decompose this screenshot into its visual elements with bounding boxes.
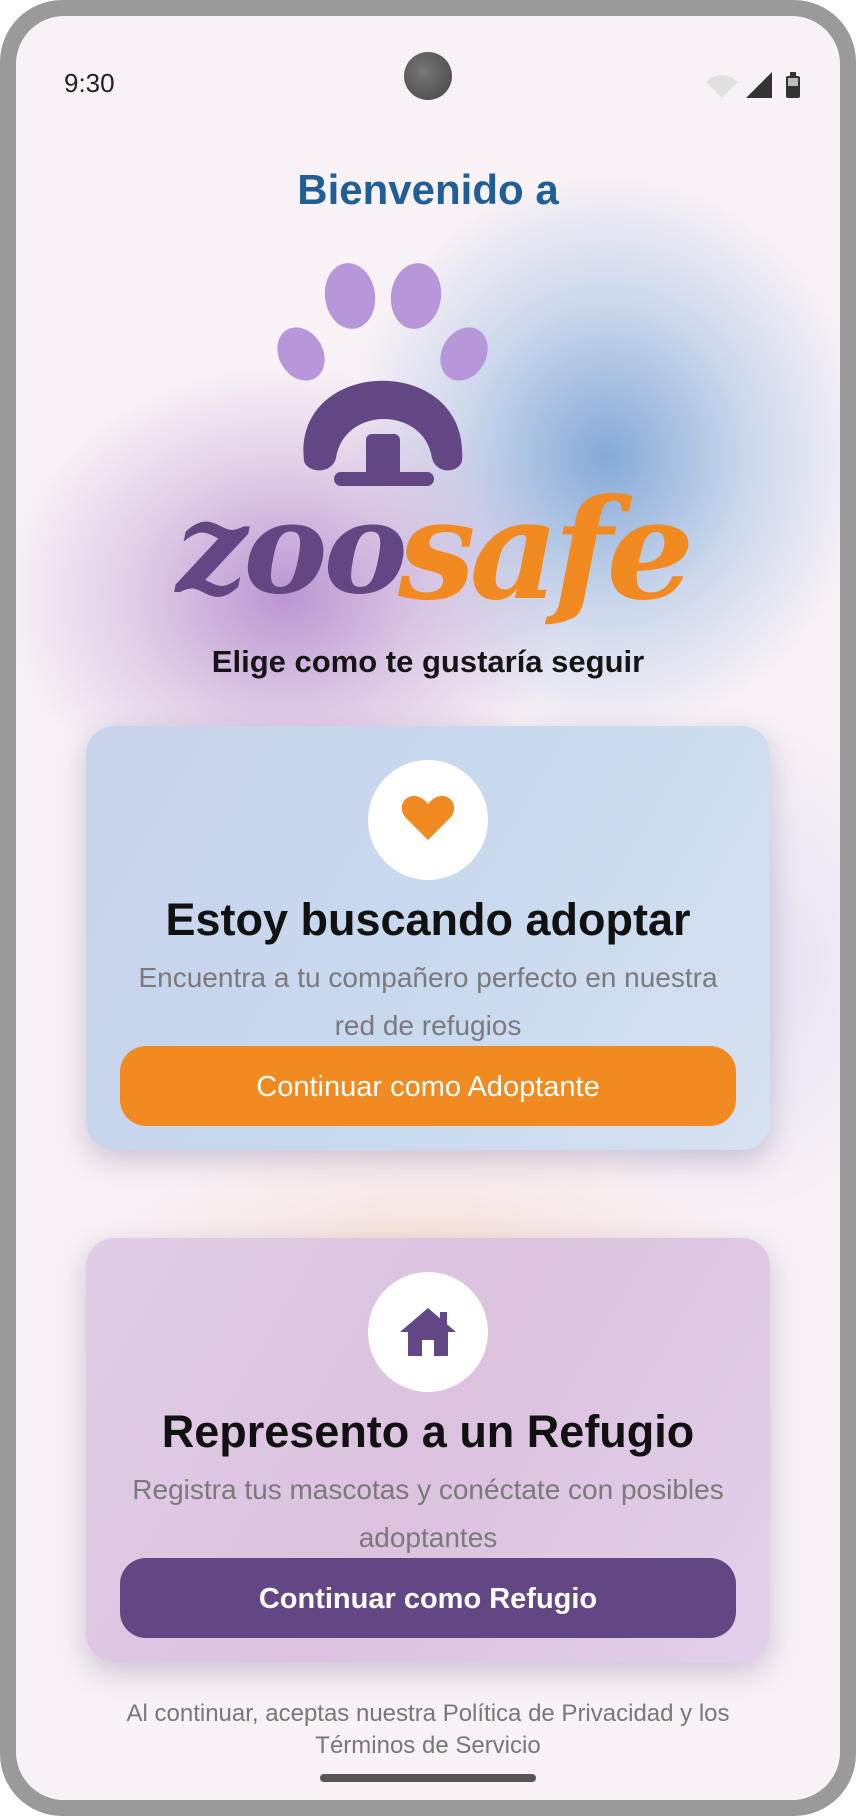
camera-cutout [404, 52, 452, 100]
icon-circle [368, 760, 488, 880]
adopter-title: Estoy buscando adoptar [165, 894, 691, 945]
status-time: 9:30 [64, 68, 115, 98]
continue-shelter-button[interactable]: Continuar como Refugio [120, 1558, 736, 1638]
wifi-icon [706, 75, 738, 98]
shelter-description: Registra tus mascotas y conéctate con po… [132, 1474, 724, 1553]
legal-notice[interactable]: Al continuar, aceptas nuestra Política d… [106, 1698, 750, 1762]
heart-icon [401, 796, 455, 840]
welcome-heading: Bienvenido a [297, 166, 559, 213]
choice-prompt: Elige como te gustaría seguir [211, 644, 645, 679]
svg-text:zoo: zoo [174, 474, 404, 622]
svg-text:safe: safe [397, 468, 688, 626]
continue-adopter-button[interactable]: Continuar como Adoptante [120, 1046, 736, 1126]
system-icons [706, 72, 800, 98]
icon-circle [368, 1272, 488, 1392]
home-indicator[interactable] [320, 1774, 536, 1782]
status-bar: 9:30 [16, 16, 840, 146]
shelter-title: Represento a un Refugio [161, 1406, 695, 1457]
adopter-card[interactable]: Estoy buscando adoptar Encuentra a tu co… [86, 726, 770, 1150]
paw-icon [277, 263, 488, 486]
zoosafe-logo: zoo safe [174, 263, 694, 626]
house-icon [400, 1308, 456, 1356]
signal-icon [746, 72, 772, 98]
shelter-card[interactable]: Represento a un Refugio Registra tus mas… [86, 1238, 770, 1662]
app-screen: 9:30 Bienvenido a zoo safe Elige como te… [16, 16, 840, 1800]
adopter-description: Encuentra a tu compañero perfecto en nue… [138, 962, 718, 1041]
device-frame: 9:30 Bienvenido a zoo safe Elige como te… [0, 0, 856, 1816]
